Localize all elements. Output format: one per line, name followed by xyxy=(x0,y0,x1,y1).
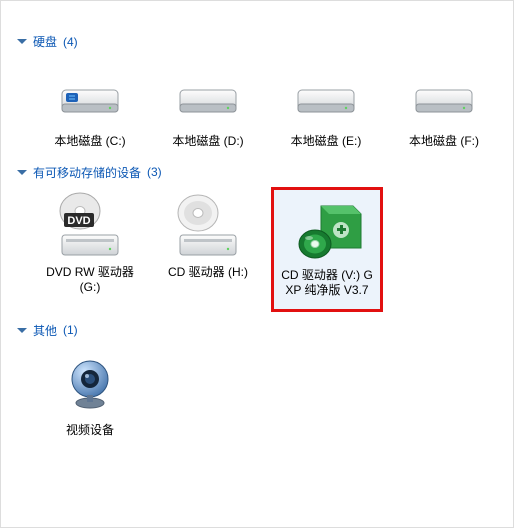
hdd-win-icon xyxy=(50,64,130,128)
hdd-icon xyxy=(286,64,366,128)
chevron-down-icon xyxy=(17,170,27,175)
group-title: 有可移动存储的设备 xyxy=(33,164,141,181)
drive-c[interactable]: 本地磁盘 (C:) xyxy=(35,56,145,154)
drive-f[interactable]: 本地磁盘 (F:) xyxy=(389,56,499,154)
group-header-removable[interactable]: 有可移动存储的设备 (3) xyxy=(17,164,501,181)
drive-label: CD 驱动器 (H:) xyxy=(168,265,248,281)
device-label: 视频设备 xyxy=(66,423,114,439)
group-count: (3) xyxy=(147,165,162,179)
cd-green-box-icon xyxy=(287,198,367,262)
drive-label: 本地磁盘 (F:) xyxy=(409,134,479,150)
drive-e[interactable]: 本地磁盘 (E:) xyxy=(271,56,381,154)
group-items-other: 视频设备 xyxy=(17,345,501,443)
explorer-panel: 硬盘 (4) 本地磁盘 (C:) xyxy=(5,5,509,523)
webcam-icon xyxy=(50,353,130,417)
drive-label: DVD RW 驱动器 (G:) xyxy=(39,265,141,296)
hdd-icon xyxy=(404,64,484,128)
group-count: (1) xyxy=(63,323,78,337)
drive-d[interactable]: 本地磁盘 (D:) xyxy=(153,56,263,154)
chevron-down-icon xyxy=(17,328,27,333)
drive-label: 本地磁盘 (C:) xyxy=(54,134,125,150)
group-items-removable: DVD DVD RW 驱动器 (G:) CD 驱动器 (H:) xyxy=(17,187,501,312)
drive-g[interactable]: DVD DVD RW 驱动器 (G:) xyxy=(35,187,145,312)
svg-text:DVD: DVD xyxy=(67,215,90,227)
drive-label: CD 驱动器 (V:) GXP 纯净版 V3.7 xyxy=(278,268,376,299)
hdd-icon xyxy=(168,64,248,128)
drive-h[interactable]: CD 驱动器 (H:) xyxy=(153,187,263,312)
cd-drive-icon xyxy=(168,195,248,259)
group-header-hdd[interactable]: 硬盘 (4) xyxy=(17,33,501,50)
group-items-hdd: 本地磁盘 (C:) 本地磁盘 (D:) 本地磁盘 (E:) xyxy=(17,56,501,154)
group-header-other[interactable]: 其他 (1) xyxy=(17,322,501,339)
group-title: 硬盘 xyxy=(33,33,57,50)
group-count: (4) xyxy=(63,35,78,49)
drive-label: 本地磁盘 (E:) xyxy=(291,134,362,150)
dvd-rw-icon: DVD xyxy=(50,195,130,259)
drive-label: 本地磁盘 (D:) xyxy=(172,134,243,150)
chevron-down-icon xyxy=(17,39,27,44)
video-device[interactable]: 视频设备 xyxy=(35,345,145,443)
group-title: 其他 xyxy=(33,322,57,339)
drive-v[interactable]: CD 驱动器 (V:) GXP 纯净版 V3.7 xyxy=(271,187,383,312)
